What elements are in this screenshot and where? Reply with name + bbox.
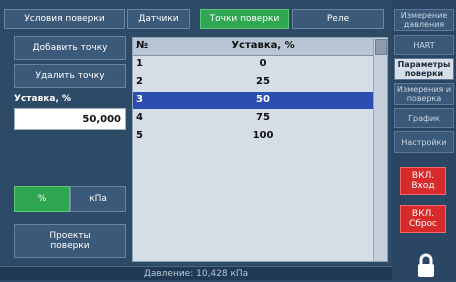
setpoints-table[interactable]: № Уставка, % 1 0 2 25 3 50 4 75 5 100 bbox=[132, 37, 388, 262]
table-row[interactable]: 4 75 bbox=[133, 110, 375, 127]
sidebar-item-verification-parameters[interactable]: Параметры поверки bbox=[394, 58, 454, 80]
row-number: 2 bbox=[136, 76, 143, 87]
status-bar: Давление: 10,428 кПа bbox=[0, 266, 392, 280]
sidebar-item-measurements-verification[interactable]: Измерения и поверка bbox=[394, 83, 454, 105]
row-value: 25 bbox=[256, 76, 270, 87]
lock-icon[interactable] bbox=[413, 252, 439, 278]
column-number-header: № bbox=[136, 40, 149, 51]
row-number: 4 bbox=[136, 112, 143, 123]
column-setpoint-header: Уставка, % bbox=[231, 40, 295, 51]
sidebar-item-settings[interactable]: Настройки bbox=[394, 131, 454, 153]
setpoint-label: Уставка, % bbox=[14, 94, 72, 104]
table-row[interactable]: 5 100 bbox=[133, 128, 375, 145]
verification-projects-button[interactable]: Проекты поверки bbox=[14, 224, 126, 258]
tab-sensors[interactable]: Датчики bbox=[127, 9, 190, 29]
row-value: 75 bbox=[256, 112, 270, 123]
row-number: 3 bbox=[136, 94, 143, 105]
table-row[interactable]: 2 25 bbox=[133, 74, 375, 91]
row-value: 0 bbox=[259, 58, 267, 69]
table-row-selected[interactable]: 3 50 bbox=[133, 92, 375, 109]
enable-input-button[interactable]: ВКЛ. Вход bbox=[400, 167, 446, 195]
remove-point-button[interactable]: Удалить точку bbox=[14, 64, 126, 88]
setpoint-input[interactable]: 50,000 bbox=[14, 108, 126, 130]
table-scrollbar[interactable] bbox=[373, 38, 387, 261]
tab-verification-conditions[interactable]: Условия поверки bbox=[4, 9, 125, 29]
add-point-button[interactable]: Добавить точку bbox=[14, 36, 126, 60]
tab-verification-points[interactable]: Точки поверки bbox=[200, 9, 289, 29]
row-number: 1 bbox=[136, 58, 143, 69]
row-value: 50 bbox=[256, 94, 270, 105]
table-row[interactable]: 1 0 bbox=[133, 56, 375, 73]
sidebar-item-pressure-measurement[interactable]: Измерение давления bbox=[394, 9, 454, 31]
sidebar-item-hart[interactable]: HART bbox=[394, 35, 454, 55]
row-number: 5 bbox=[136, 130, 143, 141]
tab-relay[interactable]: Реле bbox=[292, 9, 384, 29]
pressure-readout: Давление: 10,428 кПа bbox=[143, 268, 249, 279]
sidebar-item-graph[interactable]: График bbox=[394, 108, 454, 128]
table-header: № Уставка, % bbox=[133, 38, 375, 56]
unit-percent-button[interactable]: % bbox=[14, 186, 70, 212]
enable-reset-button[interactable]: ВКЛ. Сброс bbox=[400, 205, 446, 233]
row-value: 100 bbox=[252, 130, 274, 141]
unit-kpa-button[interactable]: кПа bbox=[70, 186, 126, 212]
scrollbar-thumb[interactable] bbox=[375, 39, 387, 55]
